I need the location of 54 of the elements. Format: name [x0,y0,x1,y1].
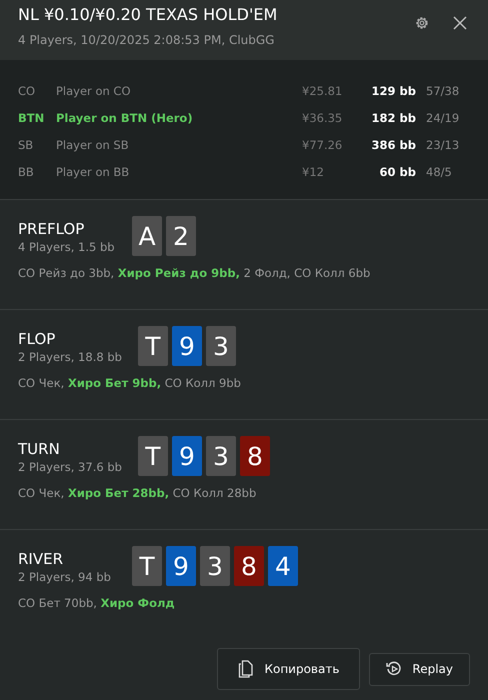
action-line: CO Чек, Хиро Бет 28bb, CO Колл 28bb [18,486,258,500]
card: 4 [268,546,298,586]
player-stack: ¥77.26 [302,138,344,152]
copy-button[interactable]: Копировать [217,648,360,690]
action-line: CO Чек, Хиро Бет 9bb, CO Колл 9bb [18,376,242,390]
card: A [132,216,162,256]
player-stack: ¥12 [302,165,325,179]
street-name: TURN [18,440,61,458]
street-info: 2 Players, 94 bb [18,570,112,584]
street-name: FLOP [18,330,56,348]
player-position: BTN [18,111,46,125]
card: 9 [166,546,196,586]
street-info: 2 Players, 37.6 bb [18,460,122,474]
replay-icon [386,661,402,677]
player-stats: 24/19 [426,111,460,125]
player-name: Player on BB [56,165,130,179]
action-line: CO Рейз до 3bb, Хиро Рейз до 9bb, 2 Фолд, CO Колл 6bb [18,266,372,280]
card: 8 [234,546,264,586]
street-info: 4 Players, 1.5 bb [18,240,116,254]
player-bb: 129 bb [370,84,417,98]
card: T [132,546,162,586]
player-stack: ¥25.81 [302,84,344,98]
close-icon[interactable] [452,15,468,31]
card: T [138,436,168,476]
action-line: CO Бет 70bb, Хиро Фолд [18,596,176,610]
replay-button[interactable]: Replay [369,652,470,686]
street-name: PREFLOP [18,220,86,238]
card: 2 [166,216,196,256]
player-position: CO [18,84,36,98]
card: 3 [200,546,230,586]
player-bb: 386 bb [370,138,417,152]
card: T [138,326,168,366]
settings-icon[interactable] [414,15,430,31]
hand-subtitle: 4 Players, 10/20/2025 2:08:53 PM, ClubGG [18,33,276,47]
player-bb: 60 bb [378,165,417,179]
card: 9 [172,436,202,476]
player-name: Player on BTN (Hero) [56,111,194,125]
card: 9 [172,326,202,366]
player-position: SB [18,138,34,152]
card: 3 [206,326,236,366]
copy-icon [238,660,254,678]
street-info: 2 Players, 18.8 bb [18,350,122,364]
street-name: RIVER [18,550,64,568]
player-stats: 48/5 [426,165,453,179]
player-name: Player on SB [56,138,130,152]
player-stats: 57/38 [426,84,460,98]
card: 8 [240,436,270,476]
player-position: BB [18,165,35,179]
player-stack: ¥36.35 [302,111,344,125]
player-name: Player on CO [56,84,132,98]
hand-title: NL ¥0.10/¥0.20 TEXAS HOLD'EM [18,5,278,24]
card: 3 [206,436,236,476]
player-bb: 182 bb [370,111,417,125]
player-stats: 23/13 [426,138,460,152]
